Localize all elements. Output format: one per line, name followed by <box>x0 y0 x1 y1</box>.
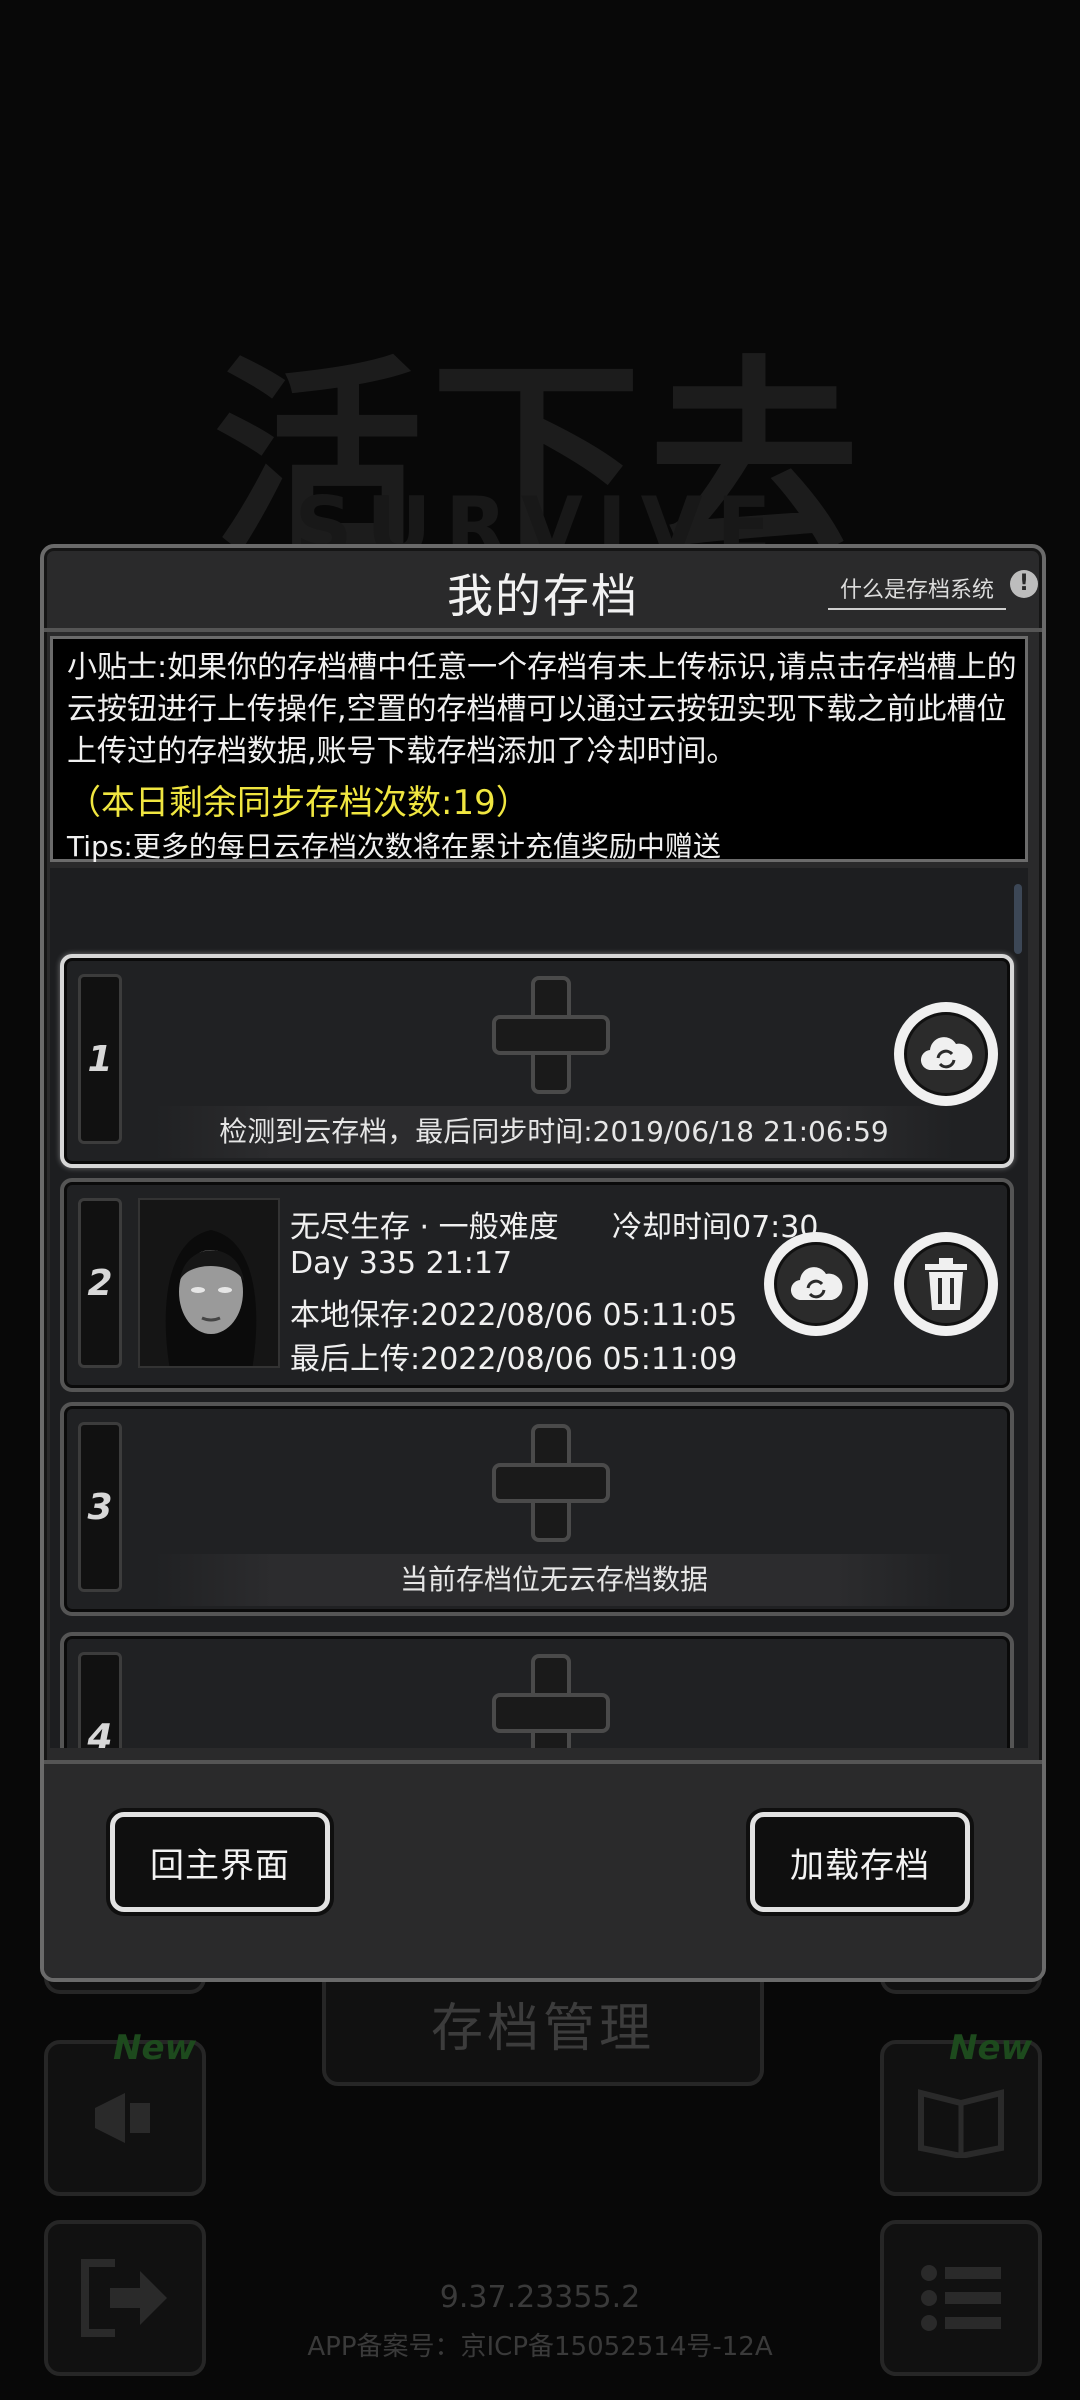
new-badge: New <box>113 2028 196 2068</box>
version-text: 9.37.23355.2 <box>439 2280 641 2315</box>
megaphone-icon <box>95 2093 150 2143</box>
plus-icon <box>492 1654 610 1748</box>
load-save-button[interactable]: 加载存档 <box>750 1812 970 1912</box>
slot-number: 2 <box>78 1198 122 1368</box>
cloud-sync-icon <box>920 1037 973 1071</box>
tips-box: 小贴士:如果你的存档槽中任意一个存档有未上传标识,请点击存档槽上的云按钮进行上传… <box>50 636 1028 863</box>
save-dialog: 我的存档 什么是存档系统 ! 小贴士:如果你的存档槽中任意一个存档有未上传标识,… <box>40 544 1046 1982</box>
cloud-sync-button[interactable] <box>894 1002 998 1106</box>
day-time-text: Day 335 21:17 <box>290 1246 513 1281</box>
last-upload-text: 最后上传:2022/08/06 05:11:09 <box>290 1342 738 1377</box>
new-badge: New <box>949 2028 1032 2068</box>
book-icon <box>918 2089 1004 2158</box>
game-mode-text: 无尽生存 · 一般难度 <box>290 1210 559 1245</box>
tips-footer-text: Tips:更多的每日云存档次数将在累计充值奖励中赠送 <box>67 830 721 863</box>
what-is-save-system-link[interactable]: 什么是存档系统 <box>827 572 1006 610</box>
tips-text: 小贴士:如果你的存档槽中任意一个存档有未上传标识,请点击存档槽上的云按钮进行上传… <box>67 650 1017 769</box>
character-portrait <box>138 1198 280 1368</box>
plus-icon <box>492 1424 610 1542</box>
save-slot-2[interactable]: 2 无尽生存 · 一般难度 冷却时间07:30 Day 335 21:17 本地… <box>60 1178 1014 1392</box>
back-to-main-button[interactable]: 回主界面 <box>110 1812 330 1912</box>
dialog-footer: 回主界面 加载存档 <box>44 1760 1042 1978</box>
trash-icon <box>925 1258 967 1310</box>
local-save-text: 本地保存:2022/08/06 05:11:05 <box>290 1298 738 1333</box>
save-slot-4[interactable]: 4 <box>60 1632 1014 1748</box>
slot-number: 3 <box>78 1422 122 1592</box>
bg-book-button: New <box>880 2028 1042 2196</box>
exclamation-icon[interactable]: ! <box>1010 570 1038 598</box>
bg-mail-button: New <box>44 2028 206 2196</box>
slot-number: 1 <box>78 974 122 1144</box>
icp-text: APP备案号：京ICP备15052514号-12A <box>307 2332 773 2362</box>
save-slot-1[interactable]: 1 检测到云存档，最后同步时间:2019/06/18 21:06:59 <box>60 954 1014 1168</box>
delete-save-button[interactable] <box>894 1232 998 1336</box>
scrollbar[interactable] <box>1014 884 1022 954</box>
save-slot-3[interactable]: 3 当前存档位无云存档数据 <box>60 1402 1014 1616</box>
save-slot-list[interactable]: 1 检测到云存档，最后同步时间:2019/06/18 21:06:59 2 无尽… <box>50 868 1028 1748</box>
sync-count-text: （本日剩余同步存档次数:19） <box>67 783 530 823</box>
slot-number: 4 <box>78 1652 122 1748</box>
slot-message: 检测到云存档，最后同步时间:2019/06/18 21:06:59 <box>154 1106 954 1158</box>
cloud-sync-icon <box>790 1267 843 1301</box>
slot-message: 当前存档位无云存档数据 <box>154 1554 954 1606</box>
plus-icon <box>492 976 610 1094</box>
cloud-sync-button[interactable] <box>764 1232 868 1336</box>
dialog-header: 我的存档 什么是存档系统 ! <box>44 548 1042 632</box>
